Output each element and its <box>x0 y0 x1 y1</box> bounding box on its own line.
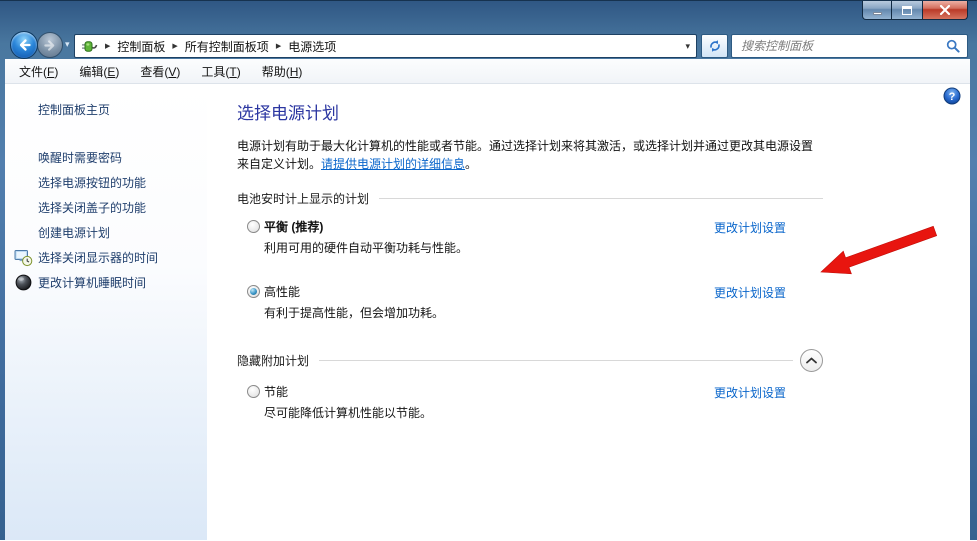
section-divider <box>319 360 793 361</box>
sidebar-item[interactable]: 创建电源计划 <box>5 220 207 245</box>
section-label: 电池安时计上显示的计划 <box>237 190 369 207</box>
sidebar-item-label: 更改计算机睡眠时间 <box>38 274 146 291</box>
search-icon[interactable] <box>946 39 960 53</box>
plan-description: 有利于提高性能，但会增加功耗。 <box>264 304 823 321</box>
plan-list: 电池安时计上显示的计划 平衡 (推荐)利用可用的硬件自动平衡功耗与性能。更改计划… <box>237 190 823 432</box>
back-arrow-icon <box>17 38 32 52</box>
chevron-up-icon <box>806 357 817 364</box>
plan-radio[interactable] <box>247 385 260 398</box>
client-frame: 文件(F) 编辑(E) 查看(V) 工具(T) 帮助(H) 控制面板主页 唤醒时需要密码… <box>5 59 970 540</box>
breadcrumb-arrow-icon[interactable]: ▶ <box>276 42 281 50</box>
breadcrumb-item[interactable]: 控制面板 <box>117 38 165 55</box>
menu-item-t[interactable]: 工具(T) <box>201 63 240 80</box>
power-plug-icon <box>81 38 98 55</box>
hidden-plans: 节能尽可能降低计算机性能以节能。更改计划设置 <box>237 383 823 432</box>
maximize-icon <box>902 6 912 15</box>
close-icon <box>939 5 951 15</box>
section-divider <box>379 198 823 199</box>
sidebar-item[interactable]: 选择关闭显示器的时间 <box>5 245 207 270</box>
address-dropdown-icon[interactable]: ▾ <box>685 41 690 52</box>
sidebar-item-label: 唤醒时需要密码 <box>38 149 122 166</box>
intro-period: 。 <box>465 157 477 171</box>
change-plan-settings-link[interactable]: 更改计划设置 <box>714 284 786 301</box>
content-pane: ? 选择电源计划 电源计划有助于最大化计算机的性能或者节能。通过选择计划来将其激… <box>207 84 970 540</box>
forward-button[interactable] <box>37 32 63 58</box>
collapse-section-button[interactable] <box>800 349 823 372</box>
sidebar-item[interactable]: 选择电源按钮的功能 <box>5 170 207 195</box>
sidebar-item-home[interactable]: 控制面板主页 <box>38 101 207 118</box>
power-plan-row: 节能尽可能降低计算机性能以节能。更改计划设置 <box>237 383 823 432</box>
menu-item-f[interactable]: 文件(F) <box>19 63 58 80</box>
close-button[interactable] <box>922 1 968 20</box>
minimize-button[interactable] <box>862 1 892 20</box>
power-options-window: ▾ ▶ 控制面板 ▶ 所有控制面板项 ▶ 电源选项 ▾ 文件(F) 编辑(E) 查看(V) 工具… <box>0 0 977 540</box>
recent-pages-chevron-icon[interactable]: ▾ <box>65 39 70 50</box>
display-clock-icon <box>14 248 33 267</box>
menu-item-h[interactable]: 帮助(H) <box>262 63 303 80</box>
intro-text: 电源计划有助于最大化计算机的性能或者节能。通过选择计划来将其激活，或选择计划并通… <box>237 137 815 173</box>
address-bar[interactable]: ▶ 控制面板 ▶ 所有控制面板项 ▶ 电源选项 ▾ <box>74 34 697 58</box>
sidebar-item-label: 选择电源按钮的功能 <box>38 174 146 191</box>
refresh-icon <box>708 39 722 53</box>
page-title: 选择电源计划 <box>237 99 970 124</box>
power-plan-row: 高性能有利于提高性能，但会增加功耗。更改计划设置 <box>237 283 823 332</box>
plan-description: 利用可用的硬件自动平衡功耗与性能。 <box>264 239 823 256</box>
help-icon: ? <box>943 87 961 105</box>
breadcrumb-item[interactable]: 电源选项 <box>288 38 336 55</box>
sidebar: 控制面板主页 唤醒时需要密码选择电源按钮的功能选择关闭盖子的功能创建电源计划选择… <box>5 84 207 540</box>
section-hidden-plans: 隐藏附加计划 <box>237 349 823 372</box>
menu-item-v[interactable]: 查看(V) <box>140 63 180 80</box>
breadcrumb-item[interactable]: 所有控制面板项 <box>185 38 269 55</box>
section-battery-meter: 电池安时计上显示的计划 <box>237 190 823 207</box>
plan-radio[interactable] <box>247 285 260 298</box>
sidebar-task-list: 唤醒时需要密码选择电源按钮的功能选择关闭盖子的功能创建电源计划选择关闭显示器的时… <box>5 145 207 295</box>
sidebar-item[interactable]: 选择关闭盖子的功能 <box>5 195 207 220</box>
change-plan-settings-link[interactable]: 更改计划设置 <box>714 384 786 401</box>
sidebar-item-label: 选择关闭盖子的功能 <box>38 199 146 216</box>
maximize-button[interactable] <box>892 1 922 20</box>
back-button[interactable] <box>10 31 38 59</box>
help-button[interactable]: ? <box>943 87 961 105</box>
plan-radio[interactable] <box>247 220 260 233</box>
refresh-button[interactable] <box>701 34 728 58</box>
forward-arrow-icon <box>43 39 57 52</box>
primary-plans: 平衡 (推荐)利用可用的硬件自动平衡功耗与性能。更改计划设置高性能有利于提高性能… <box>237 218 823 332</box>
moon-sphere-icon <box>14 273 33 292</box>
svg-text:?: ? <box>949 91 956 103</box>
breadcrumb-arrow-icon[interactable]: ▶ <box>172 42 177 50</box>
breadcrumb: ▶ 控制面板 ▶ 所有控制面板项 ▶ 电源选项 <box>98 38 679 55</box>
plan-details-link[interactable]: 请提供电源计划的详细信息 <box>321 157 465 171</box>
breadcrumb-arrow-icon[interactable]: ▶ <box>105 42 110 50</box>
menu-item-e[interactable]: 编辑(E) <box>79 63 119 80</box>
main-area: 控制面板主页 唤醒时需要密码选择电源按钮的功能选择关闭盖子的功能创建电源计划选择… <box>5 84 970 540</box>
sidebar-item-label: 创建电源计划 <box>38 224 110 241</box>
sidebar-item[interactable]: 唤醒时需要密码 <box>5 145 207 170</box>
sidebar-item[interactable]: 更改计算机睡眠时间 <box>5 270 207 295</box>
menu-bar: 文件(F) 编辑(E) 查看(V) 工具(T) 帮助(H) <box>5 59 970 84</box>
change-plan-settings-link[interactable]: 更改计划设置 <box>714 219 786 236</box>
plan-description: 尽可能降低计算机性能以节能。 <box>264 404 823 421</box>
caption-buttons <box>862 1 968 20</box>
section-label: 隐藏附加计划 <box>237 352 309 369</box>
power-plan-row: 平衡 (推荐)利用可用的硬件自动平衡功耗与性能。更改计划设置 <box>237 218 823 267</box>
minimize-icon <box>873 12 882 15</box>
search-input[interactable] <box>739 38 946 54</box>
sidebar-item-label: 选择关闭显示器的时间 <box>38 249 158 266</box>
search-box <box>731 34 968 58</box>
